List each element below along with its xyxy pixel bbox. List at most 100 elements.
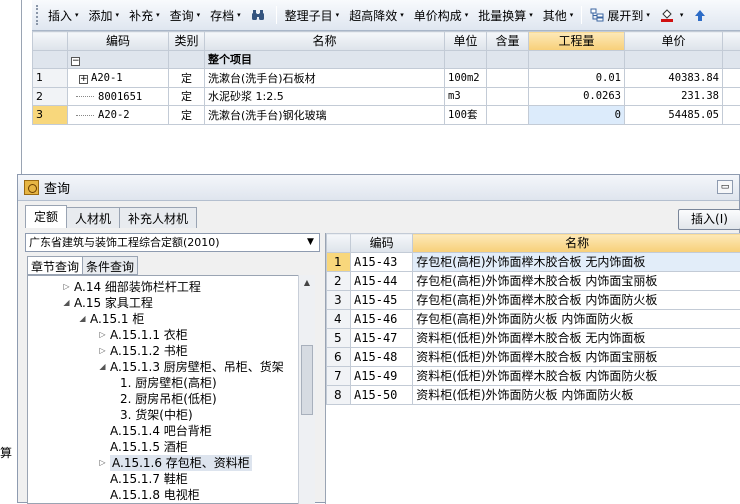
name-cell[interactable]: 存包柜(高柜)外饰面榉木胶合板 内饰面防火板 bbox=[413, 290, 740, 309]
unit-cell[interactable]: m3 bbox=[445, 87, 487, 106]
category-cell[interactable]: 定 bbox=[169, 69, 205, 88]
row-number[interactable]: 5 bbox=[327, 328, 351, 347]
row-number[interactable]: 4 bbox=[327, 309, 351, 328]
code-cell[interactable]: A15-43 bbox=[351, 252, 413, 271]
tree-node[interactable]: ◢A.15.1.3 厨房壁柜、吊柜、货架 bbox=[98, 359, 284, 375]
code-cell[interactable]: A20-2 bbox=[68, 106, 169, 125]
name-cell[interactable]: 存包柜(高柜)外饰面榉木胶合板 无内饰面板 bbox=[413, 252, 740, 271]
dropdown-arrow-icon[interactable]: ▼ bbox=[302, 234, 319, 251]
tree-node[interactable]: A.15.1.7 鞋柜 bbox=[110, 471, 188, 487]
tree-scrollbar[interactable]: ▲ bbox=[298, 275, 315, 504]
row-number[interactable]: 2 bbox=[33, 87, 68, 106]
column-header[interactable]: 单位 bbox=[445, 32, 487, 51]
insert-button[interactable]: 插入(I) bbox=[678, 209, 740, 230]
tree-node[interactable]: ▷A.15.1.2 书柜 bbox=[98, 343, 188, 359]
code-cell[interactable]: A15-46 bbox=[351, 309, 413, 328]
scrollbar-thumb[interactable] bbox=[301, 345, 313, 415]
column-header-active[interactable]: 名称 bbox=[413, 234, 740, 253]
tree-node[interactable]: ▷A.15.1.1 衣柜 bbox=[98, 327, 188, 343]
code-cell[interactable]: A15-45 bbox=[351, 290, 413, 309]
fill-color-button[interactable]: ▾ bbox=[655, 3, 689, 27]
expand-arrow-icon[interactable]: ▷ bbox=[98, 455, 107, 471]
row-number[interactable]: 7 bbox=[327, 366, 351, 385]
expand-arrow-icon[interactable]: ▷ bbox=[98, 343, 107, 359]
tree-node[interactable]: ◢A.15.1 柜 bbox=[78, 311, 144, 327]
code-cell[interactable]: A15-49 bbox=[351, 366, 413, 385]
tree-node[interactable]: 2. 厨房吊柜(低柜) bbox=[120, 391, 217, 407]
tree-node[interactable]: A.15.1.5 酒柜 bbox=[110, 439, 188, 455]
table-row[interactable]: 2 8001651 定 水泥砂浆 1:2.5 m3 0.0263 231.38 bbox=[33, 87, 740, 106]
tree-node[interactable]: A.15.1.4 吧台背柜 bbox=[110, 423, 212, 439]
code-cell[interactable]: A15-48 bbox=[351, 347, 413, 366]
table-row[interactable]: 4A15-46存包柜(高柜)外饰面防火板 内饰面防火板 bbox=[327, 309, 740, 328]
table-row[interactable]: 7A15-49资料柜(低柜)外饰面榉木胶合板 内饰面防火板 bbox=[327, 366, 740, 385]
code-cell[interactable]: A15-47 bbox=[351, 328, 413, 347]
collapse-arrow-icon[interactable]: ◢ bbox=[78, 311, 87, 327]
price-cell[interactable]: 231.38 bbox=[625, 87, 723, 106]
column-header-active[interactable]: 工程量 bbox=[529, 32, 625, 51]
table-row[interactable]: 6A15-48资料柜(低柜)外饰面榉木胶合板 内饰面宝丽板 bbox=[327, 347, 740, 366]
row-number[interactable]: 1 bbox=[327, 252, 351, 271]
name-cell[interactable]: 资料柜(低柜)外饰面防火板 内饰面防火板 bbox=[413, 385, 740, 404]
tab-condition-search[interactable]: 条件查询 bbox=[82, 256, 138, 275]
name-cell[interactable]: 资料柜(低柜)外饰面榉木胶合板 无内饰面板 bbox=[413, 328, 740, 347]
collapse-arrow-icon[interactable]: ◢ bbox=[98, 359, 107, 375]
expand-icon[interactable]: + bbox=[79, 75, 88, 84]
organize-items-menu[interactable]: 整理子目▾ bbox=[280, 3, 345, 27]
unit-cell[interactable]: 100套 bbox=[445, 106, 487, 125]
column-header[interactable]: 编码 bbox=[351, 234, 413, 253]
name-cell[interactable]: 存包柜(高柜)外饰面防火板 内饰面防火板 bbox=[413, 309, 740, 328]
collapse-icon[interactable]: − bbox=[71, 57, 80, 66]
row-number[interactable]: 3 bbox=[327, 290, 351, 309]
add-menu[interactable]: 添加▾ bbox=[84, 3, 125, 27]
content-cell[interactable] bbox=[487, 87, 529, 106]
name-cell[interactable]: 洗漱台(洗手台)钢化玻璃 bbox=[205, 106, 445, 125]
table-row[interactable]: 3A15-45存包柜(高柜)外饰面榉木胶合板 内饰面防火板 bbox=[327, 290, 740, 309]
code-cell[interactable]: A15-50 bbox=[351, 385, 413, 404]
column-header[interactable]: 名称 bbox=[205, 32, 445, 51]
column-header[interactable]: 类别 bbox=[169, 32, 205, 51]
insert-menu[interactable]: 插入▾ bbox=[43, 3, 84, 27]
expand-to-menu[interactable]: 展开到▾ bbox=[585, 3, 655, 27]
query-menu[interactable]: 查询▾ bbox=[165, 3, 206, 27]
price-cell[interactable]: 54485.05 bbox=[625, 106, 723, 125]
minimize-button[interactable]: ▭ bbox=[717, 180, 733, 194]
table-row[interactable]: 5A15-47资料柜(低柜)外饰面榉木胶合板 无内饰面板 bbox=[327, 328, 740, 347]
dialog-titlebar[interactable]: 查询 ▭ bbox=[18, 175, 739, 201]
tab-quota[interactable]: 定额 bbox=[25, 205, 67, 228]
tab-labor-material-machine[interactable]: 人材机 bbox=[66, 207, 120, 228]
content-cell[interactable] bbox=[487, 106, 529, 125]
height-efficiency-menu[interactable]: 超高降效▾ bbox=[344, 3, 409, 27]
name-cell[interactable]: 水泥砂浆 1:2.5 bbox=[205, 87, 445, 106]
column-header[interactable]: 含量 bbox=[487, 32, 529, 51]
other-menu[interactable]: 其他▾ bbox=[538, 3, 579, 27]
tree-node[interactable]: ◢A.15 家具工程 bbox=[62, 295, 153, 311]
category-cell[interactable]: 定 bbox=[169, 106, 205, 125]
row-number[interactable]: 6 bbox=[327, 347, 351, 366]
name-cell[interactable]: 洗漱台(洗手台)石板材 bbox=[205, 69, 445, 88]
unit-cell[interactable]: 100m2 bbox=[445, 69, 487, 88]
row-number[interactable]: 1 bbox=[33, 69, 68, 88]
row-number[interactable]: 3 bbox=[33, 106, 68, 125]
tab-chapter-search[interactable]: 章节查询 bbox=[27, 256, 83, 275]
supplement-menu[interactable]: 补充▾ bbox=[124, 3, 165, 27]
quota-library-select[interactable]: 广东省建筑与装饰工程综合定额(2010) ▼ bbox=[25, 233, 320, 252]
name-cell[interactable]: 资料柜(低柜)外饰面榉木胶合板 内饰面防火板 bbox=[413, 366, 740, 385]
move-up-button[interactable] bbox=[688, 3, 715, 27]
table-row[interactable]: 1 +A20-1 定 洗漱台(洗手台)石板材 100m2 0.01 40383.… bbox=[33, 69, 740, 88]
row-number[interactable]: 8 bbox=[327, 385, 351, 404]
quantity-cell[interactable]: 0.01 bbox=[529, 69, 625, 88]
find-button[interactable] bbox=[246, 3, 273, 27]
toolbar-grip[interactable] bbox=[36, 5, 39, 25]
column-header[interactable]: 编码 bbox=[68, 32, 169, 51]
column-header[interactable]: 单价 bbox=[625, 32, 723, 51]
batch-convert-menu[interactable]: 批量换算▾ bbox=[473, 3, 538, 27]
group-row[interactable]: − 整个项目 bbox=[33, 50, 740, 69]
collapse-cell[interactable]: − bbox=[68, 50, 169, 69]
table-row[interactable]: 2A15-44存包柜(高柜)外饰面榉木胶合板 内饰面宝丽板 bbox=[327, 271, 740, 290]
scroll-up-icon[interactable]: ▲ bbox=[299, 275, 315, 291]
unit-price-menu[interactable]: 单价构成▾ bbox=[409, 3, 474, 27]
quantity-cell-editing[interactable]: 0 bbox=[529, 106, 625, 125]
collapse-arrow-icon[interactable]: ◢ bbox=[62, 295, 71, 311]
tree-node[interactable]: 3. 货架(中柜) bbox=[120, 407, 193, 423]
